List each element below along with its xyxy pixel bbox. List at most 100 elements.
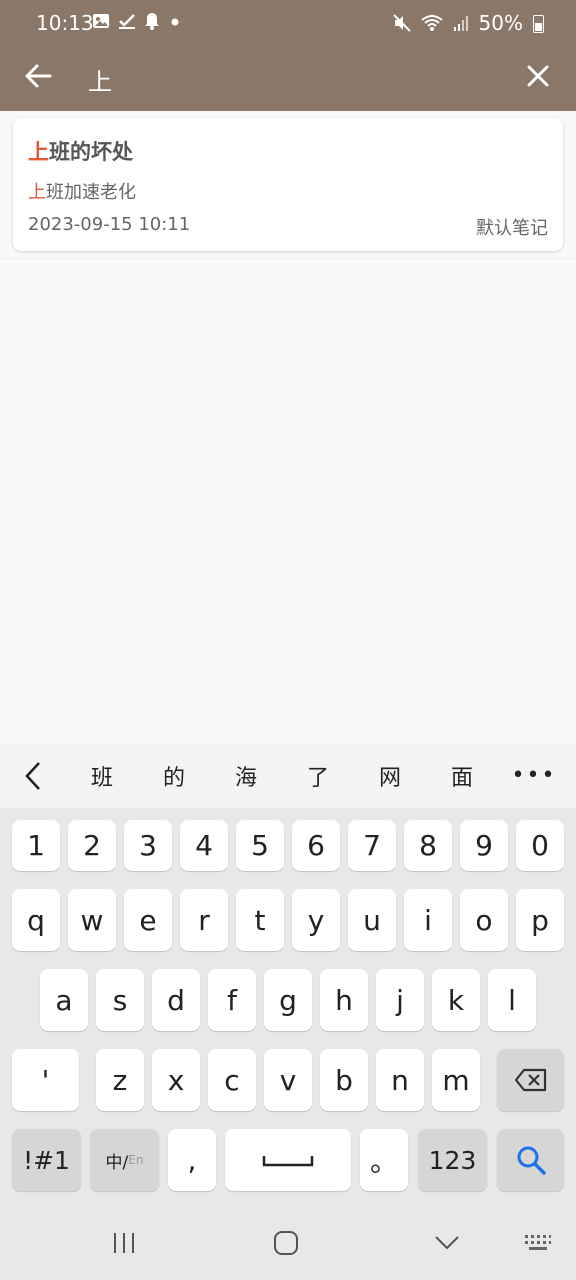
search-icon xyxy=(517,1146,546,1175)
key-s[interactable]: s xyxy=(96,969,144,1031)
wifi-icon xyxy=(420,15,443,31)
key-k[interactable]: k xyxy=(432,969,480,1031)
key-9[interactable]: 9 xyxy=(460,820,508,871)
key-n[interactable]: n xyxy=(376,1049,424,1111)
key-j[interactable]: j xyxy=(376,969,424,1031)
candidate-word[interactable]: 班 xyxy=(66,760,138,792)
keyboard: 1 2 3 4 5 6 7 8 9 0 q w e r t y u i o p … xyxy=(0,808,576,1203)
chevron-left-icon xyxy=(25,761,40,790)
home-button[interactable] xyxy=(264,1225,308,1261)
status-bar: 10:13 50% xyxy=(0,0,576,46)
search-bar: 上 xyxy=(0,46,576,111)
ime-candidate-bar: 班 的 海 了 网 面 ••• xyxy=(0,743,576,808)
key-c[interactable]: c xyxy=(208,1049,256,1111)
space-key[interactable] xyxy=(225,1129,351,1191)
key-q[interactable]: q xyxy=(12,889,60,951)
key-o[interactable]: o xyxy=(460,889,508,951)
key-6[interactable]: 6 xyxy=(292,820,340,871)
key-h[interactable]: h xyxy=(320,969,368,1031)
candidate-word[interactable]: 海 xyxy=(210,760,282,792)
chevron-down-icon xyxy=(435,1236,459,1250)
mute-icon xyxy=(392,14,411,32)
search-results: 上班的坏处 上班加速老化 2023-09-15 10:11 默认笔记 xyxy=(0,111,576,743)
period-key[interactable]: 。 xyxy=(360,1129,408,1191)
note-notebook: 默认笔记 xyxy=(476,218,548,239)
title-rest: 班的坏处 xyxy=(49,140,133,164)
gallery-icon xyxy=(93,14,109,28)
key-w[interactable]: w xyxy=(68,889,116,951)
key-5[interactable]: 5 xyxy=(236,820,284,871)
key-f[interactable]: f xyxy=(208,969,256,1031)
key-t[interactable]: t xyxy=(236,889,284,951)
more-candidates-button[interactable]: ••• xyxy=(498,763,570,788)
key-v[interactable]: v xyxy=(264,1049,312,1111)
search-input[interactable]: 上 xyxy=(88,62,112,97)
language-main-label: 中/ xyxy=(105,1152,129,1173)
search-key[interactable] xyxy=(497,1129,564,1191)
key-8[interactable]: 8 xyxy=(404,820,452,871)
notification-bell-icon xyxy=(145,13,159,30)
arrow-left-icon xyxy=(25,64,52,88)
keyboard-switch-button[interactable] xyxy=(516,1225,560,1261)
candidate-word[interactable]: 网 xyxy=(354,760,426,792)
candidate-back-button[interactable] xyxy=(0,743,66,808)
close-icon xyxy=(527,65,549,87)
status-left-icons xyxy=(92,12,182,30)
key-0[interactable]: 0 xyxy=(516,820,564,871)
key-g[interactable]: g xyxy=(264,969,312,1031)
key-l[interactable]: l xyxy=(488,969,536,1031)
space-bar-icon xyxy=(262,1156,314,1167)
battery-percent: 50% xyxy=(478,11,523,35)
key-1[interactable]: 1 xyxy=(12,820,60,871)
note-date: 2023-09-15 10:11 xyxy=(28,214,191,235)
hide-keyboard-button[interactable] xyxy=(425,1225,469,1261)
snippet-highlight: 上 xyxy=(28,182,46,203)
key-z[interactable]: z xyxy=(96,1049,144,1111)
key-e[interactable]: e xyxy=(124,889,172,951)
key-m[interactable]: m xyxy=(432,1049,480,1111)
title-highlight: 上 xyxy=(28,140,49,164)
key-d[interactable]: d xyxy=(152,969,200,1031)
candidate-word[interactable]: 了 xyxy=(282,760,354,792)
backspace-icon xyxy=(514,1068,546,1092)
key-7[interactable]: 7 xyxy=(348,820,396,871)
snippet-rest: 班加速老化 xyxy=(46,182,136,203)
status-time: 10:13 xyxy=(36,11,94,35)
system-nav-bar xyxy=(0,1203,576,1280)
note-snippet: 上班加速老化 xyxy=(28,178,136,204)
backspace-key[interactable] xyxy=(497,1049,564,1111)
recent-apps-button[interactable] xyxy=(102,1225,146,1261)
key-u[interactable]: u xyxy=(348,889,396,951)
recent-apps-icon xyxy=(114,1233,134,1253)
status-right-icons: 50% xyxy=(392,11,544,35)
signal-icon xyxy=(453,16,468,31)
key-b[interactable]: b xyxy=(320,1049,368,1111)
language-switch-key[interactable]: 中/En xyxy=(90,1129,159,1191)
task-check-icon xyxy=(119,14,135,29)
keyboard-icon xyxy=(525,1235,551,1250)
key-2[interactable]: 2 xyxy=(68,820,116,871)
note-result-card[interactable]: 上班的坏处 上班加速老化 2023-09-15 10:11 默认笔记 xyxy=(13,118,563,251)
clear-search-button[interactable] xyxy=(520,58,556,94)
battery-icon xyxy=(533,14,544,33)
comma-key[interactable]: , xyxy=(168,1129,216,1191)
candidate-word[interactable]: 面 xyxy=(426,760,498,792)
key-4[interactable]: 4 xyxy=(180,820,228,871)
key-y[interactable]: y xyxy=(292,889,340,951)
key-x[interactable]: x xyxy=(152,1049,200,1111)
key-apostrophe[interactable]: ' xyxy=(12,1049,79,1111)
back-button[interactable] xyxy=(20,58,56,94)
divider xyxy=(0,258,576,259)
key-r[interactable]: r xyxy=(180,889,228,951)
top-bar: 10:13 50% 上 xyxy=(0,0,576,111)
candidate-word[interactable]: 的 xyxy=(138,760,210,792)
numbers-key[interactable]: 123 xyxy=(418,1129,487,1191)
note-title: 上班的坏处 xyxy=(28,136,133,166)
dot-icon xyxy=(171,18,179,26)
symbols-key[interactable]: !#1 xyxy=(12,1129,81,1191)
key-i[interactable]: i xyxy=(404,889,452,951)
key-3[interactable]: 3 xyxy=(124,820,172,871)
key-a[interactable]: a xyxy=(40,969,88,1031)
key-p[interactable]: p xyxy=(516,889,564,951)
home-icon xyxy=(274,1231,298,1255)
